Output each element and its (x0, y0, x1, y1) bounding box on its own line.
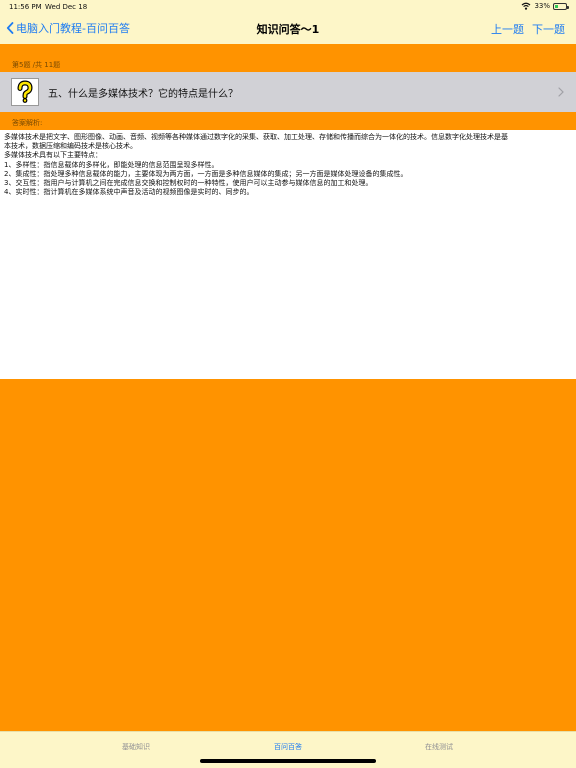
answer-line: 1、多样性：指信息载体的多样化，即能处理的信息范围呈现多样性。 (4, 160, 219, 169)
battery-fill (555, 4, 559, 8)
answer-line: 2、集成性：指处理多种信息载体的能力，主要体现为两方面，一方面是多种信息媒体的集… (4, 169, 408, 178)
tab-online-test[interactable]: 在线测试 (389, 742, 489, 752)
question-text: 五、什么是多媒体技术？它的特点是什么？ (48, 88, 238, 100)
answer-line: 多媒体技术是把文字、图形图像、动画、音频、视频等各种媒体通过数字化的采集、获取、… (4, 133, 508, 141)
status-time: 11:56 PM (9, 3, 42, 11)
next-question-button[interactable]: 下一题 (532, 21, 565, 37)
answer-line: 本技术，数据压缩和编码技术是核心技术。 (4, 142, 137, 151)
tab-basic-knowledge[interactable]: 基础知识 (86, 742, 186, 752)
question-mark-glyph (17, 80, 33, 103)
previous-question-button[interactable]: 上一题 (491, 21, 524, 37)
tab-questions-answers[interactable]: 百问百答 (238, 742, 338, 752)
home-indicator (200, 759, 376, 763)
navigation-bar: 电脑入门教程-百问百答 知识问答～1 上一题 下一题 (0, 14, 576, 44)
answer-line: 3、交互性：指用户与计算机之间在完成信息交换和控制权时的一种特性，使用户可以主动… (4, 179, 373, 188)
answer-line: 4、实时性：指计算机在多媒体系统中声音及活动的视频图像是实时的、同步的。 (4, 188, 254, 197)
status-date: Wed Dec 18 (45, 3, 88, 11)
answer-header: 答案解析: (0, 112, 576, 130)
question-navigation: 上一题 下一题 (491, 21, 565, 37)
chevron-left-icon (6, 22, 14, 34)
question-row[interactable]: 五、什么是多媒体技术？它的特点是什么？ (0, 72, 576, 112)
answer-text-area[interactable]: 多媒体技术是把文字、图形图像、动画、音频、视频等各种媒体通过数字化的采集、获取、… (0, 130, 576, 379)
back-button[interactable]: 电脑入门教程-百问百答 (6, 20, 130, 36)
status-bar: 11:56 PM Wed Dec 18 33% (0, 0, 576, 14)
back-button-label: 电脑入门教程-百问百答 (16, 22, 130, 35)
question-counter-header: 第5题 /共 11题 (0, 58, 576, 72)
chevron-right-icon (558, 87, 564, 97)
wifi-icon (522, 2, 531, 10)
answer-header-label: 答案解析: (12, 119, 43, 127)
question-mark-icon (11, 78, 39, 106)
answer-line: 多媒体技术具有以下主要特点： (4, 151, 102, 160)
question-counter: 第5题 /共 11题 (12, 61, 61, 69)
status-indicators: 33% (521, 2, 569, 10)
battery-percent: 33% (534, 2, 550, 10)
battery-icon (553, 2, 569, 10)
